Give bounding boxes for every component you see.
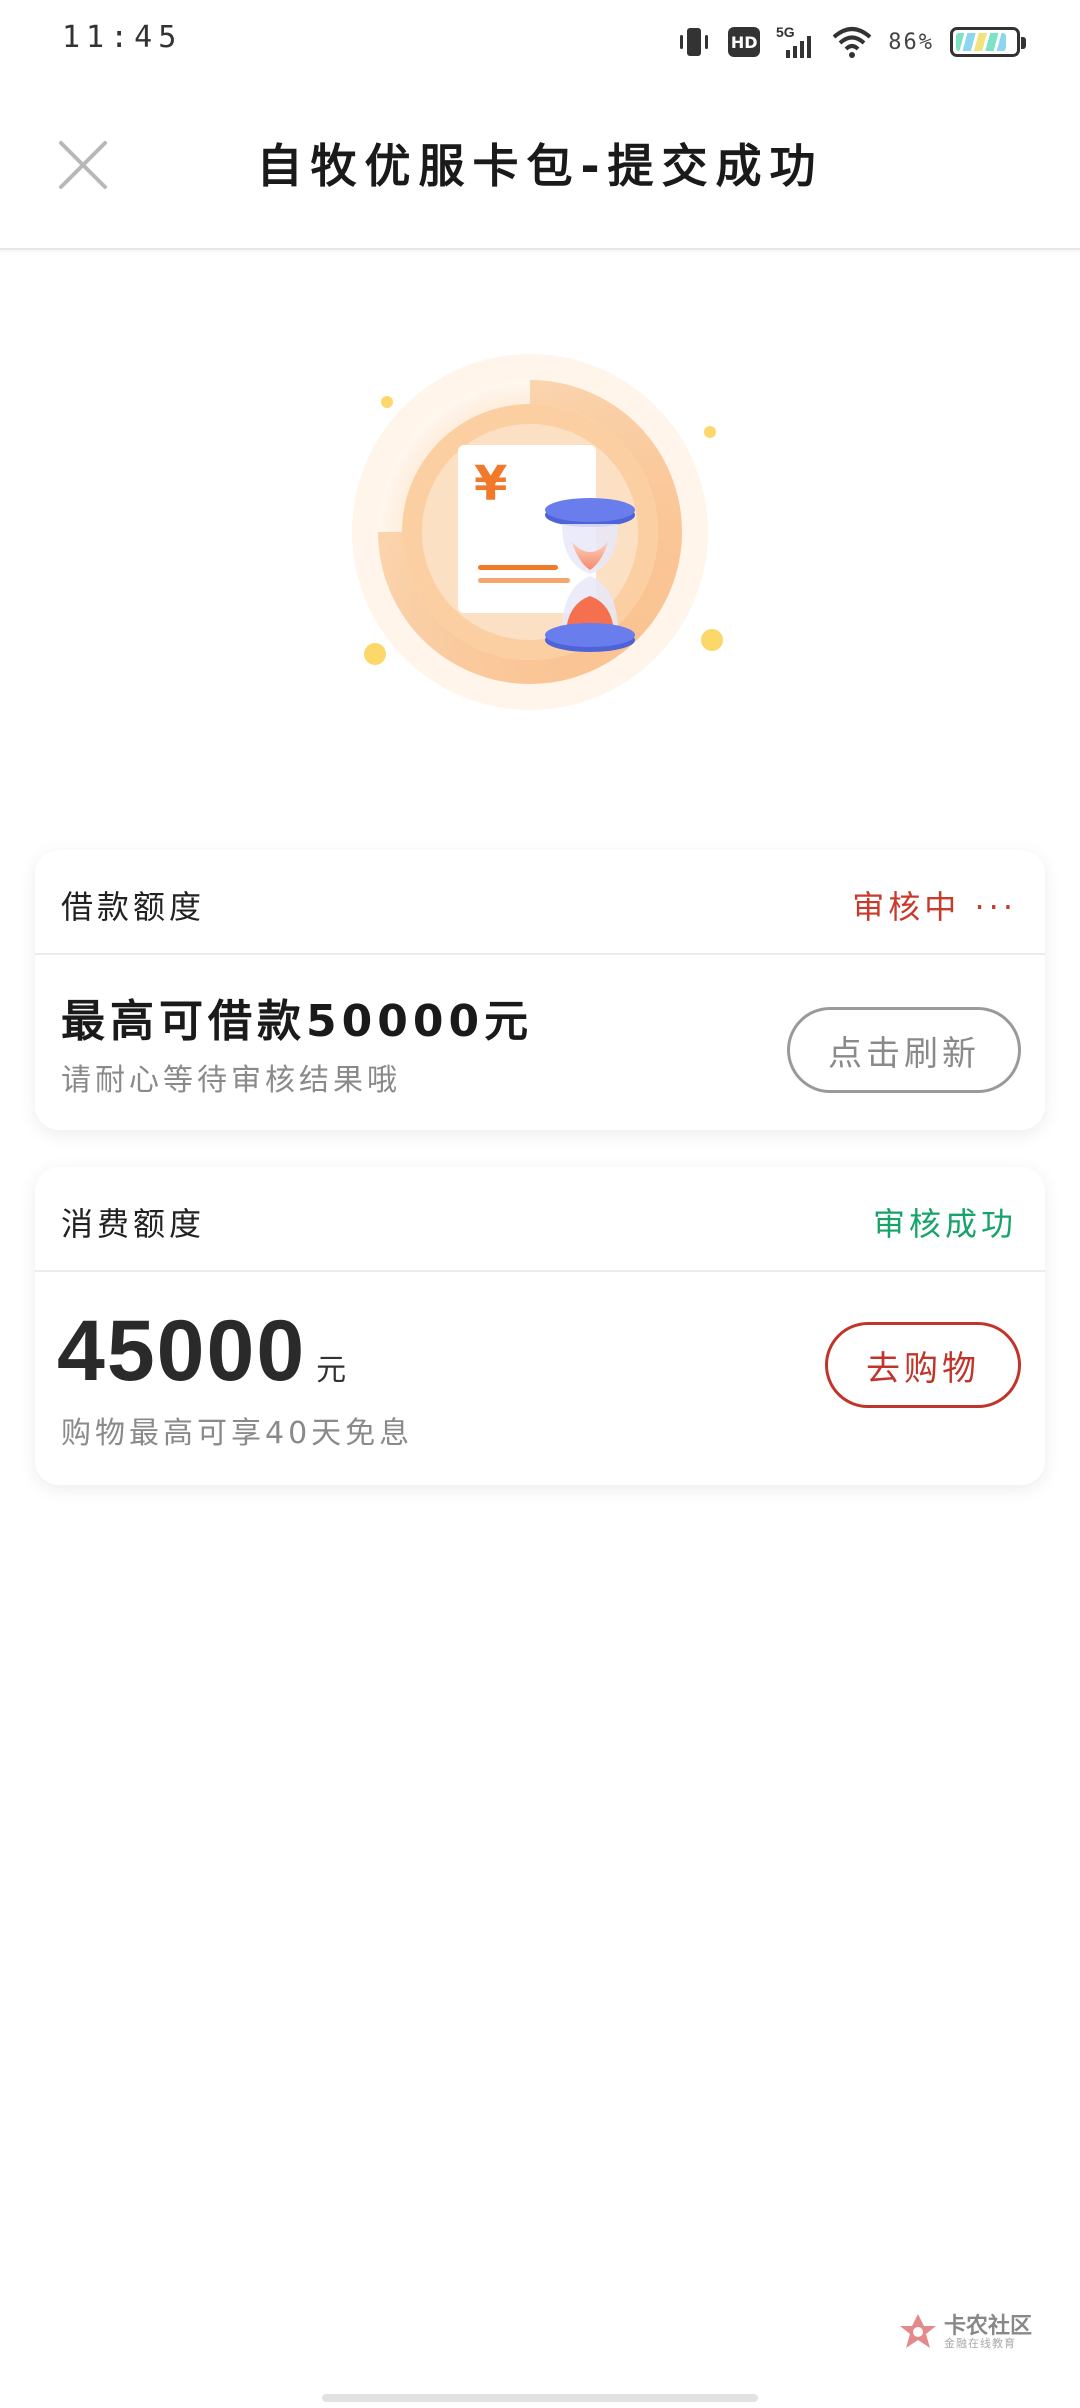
hd-icon: HD (728, 27, 761, 57)
watermark-title: 卡农社区 (944, 2313, 1033, 2339)
loan-status-badge: 审核中 ··· (852, 888, 1017, 926)
vibrate-icon (676, 24, 712, 60)
consume-card-body: 45000 元 购物最高可享40天免息 去购物 (35, 1272, 1045, 1485)
main-content: ¥ 借款额度 审核中 ··· 最高可借款50000元 请耐心等待审核结果哦 点击… (0, 252, 1080, 2408)
kanong-logo-icon (898, 2312, 938, 2352)
consume-status-badge: 审核成功 (872, 1205, 1017, 1243)
watermark-text: 卡农社区 金融在线教育 (944, 2315, 1032, 2350)
consume-amount: 45000 (57, 1303, 307, 1399)
consume-interest-free-hint: 购物最高可享40天免息 (61, 1416, 414, 1451)
battery-level-fill (956, 33, 1006, 51)
go-shopping-button[interactable]: 去购物 (825, 1322, 1021, 1408)
home-indicator[interactable] (322, 2394, 758, 2402)
consumption-limit-card: 消费额度 审核成功 45000 元 购物最高可享40天免息 去购物 (35, 1167, 1045, 1485)
consume-amount-wrap: 45000 元 (57, 1302, 346, 1401)
network-type-label: 5G (776, 24, 795, 40)
status-time: 11:45 (62, 20, 183, 55)
cellular-signal-icon: 5G (776, 24, 816, 60)
loan-wait-hint: 请耐心等待审核结果哦 (61, 1063, 401, 1098)
battery-icon (950, 27, 1026, 57)
consume-amount-unit: 元 (316, 1353, 347, 1388)
loan-card-label: 借款额度 (61, 888, 206, 926)
consume-card-label: 消费额度 (61, 1205, 206, 1243)
page-header: 自牧优服卡包-提交成功 (0, 80, 1080, 250)
status-icons: HD 5G 86% (676, 22, 1026, 62)
loan-max-amount: 最高可借款50000元 (61, 996, 534, 1047)
kanong-watermark: 卡农社区 金融在线教育 (898, 2312, 1032, 2352)
refresh-button[interactable]: 点击刷新 (787, 1007, 1021, 1093)
consume-card-header: 消费额度 审核成功 (35, 1167, 1045, 1272)
status-bar: 11:45 HD 5G 86% (0, 0, 1080, 80)
battery-percent: 86% (888, 29, 934, 55)
loan-limit-card: 借款额度 审核中 ··· 最高可借款50000元 请耐心等待审核结果哦 点击刷新 (35, 850, 1045, 1130)
page-title: 自牧优服卡包-提交成功 (256, 139, 824, 193)
loan-card-header: 借款额度 审核中 ··· (35, 850, 1045, 955)
wifi-icon (832, 25, 872, 59)
loan-card-body: 最高可借款50000元 请耐心等待审核结果哦 点击刷新 (35, 955, 1045, 1130)
watermark-subtitle: 金融在线教育 (944, 2336, 1016, 2350)
pending-review-illustration: ¥ (340, 352, 740, 732)
svg-text:¥: ¥ (474, 456, 507, 512)
